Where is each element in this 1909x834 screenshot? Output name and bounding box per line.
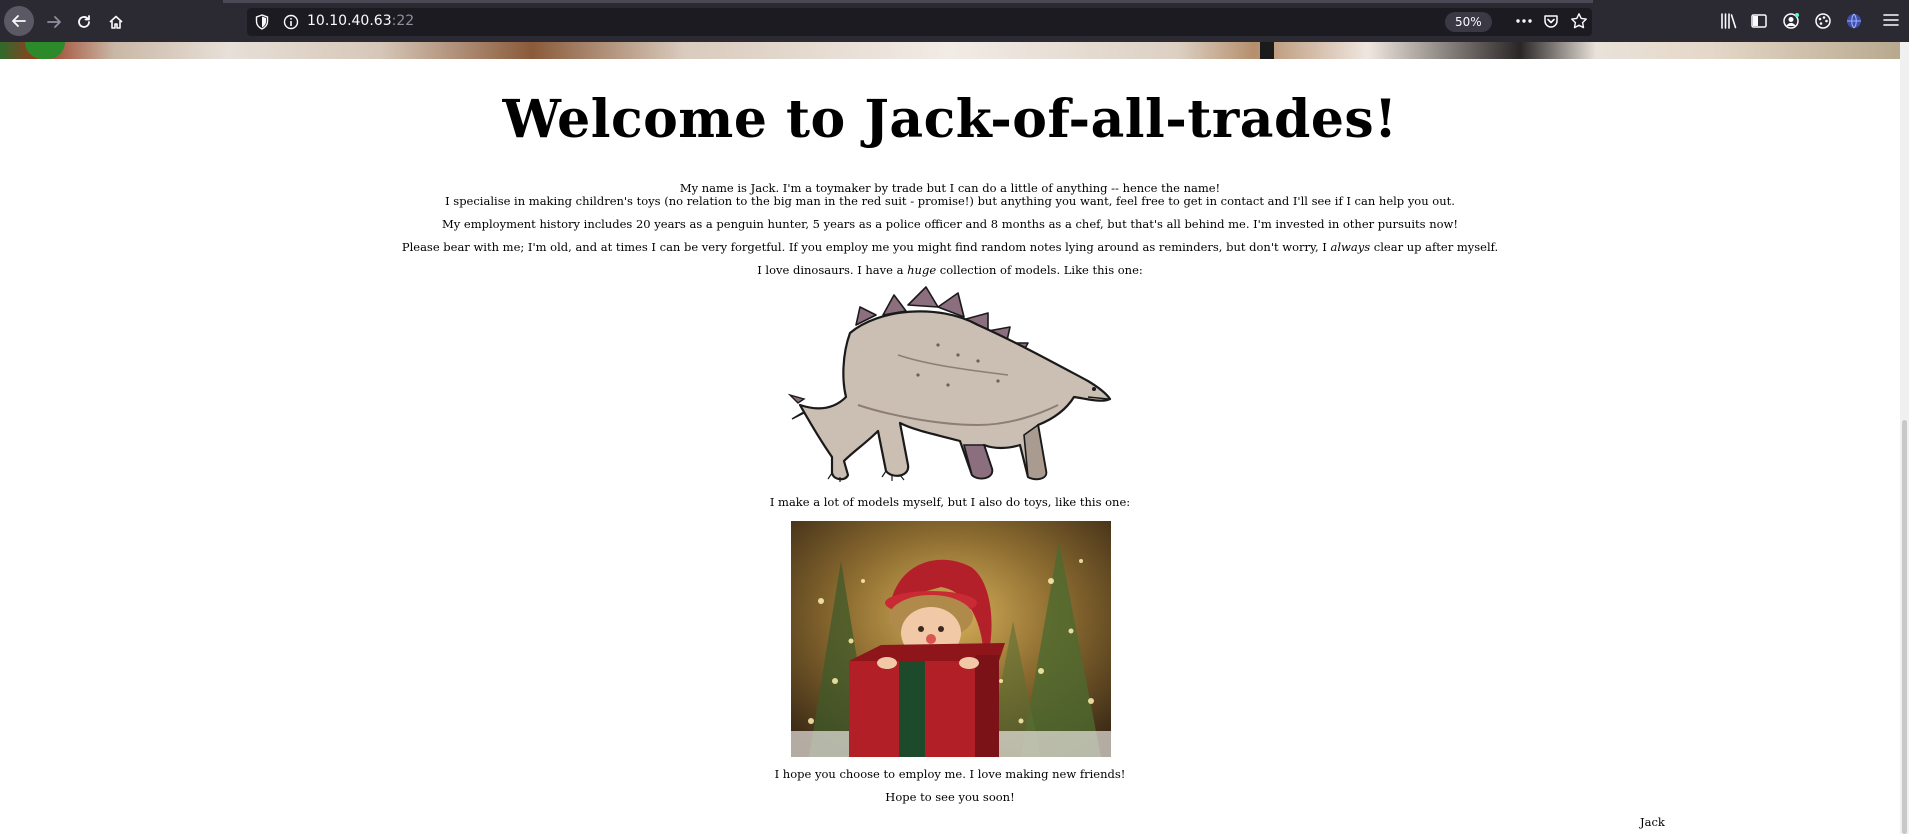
back-button[interactable] <box>4 6 34 36</box>
url-host: 10.10.40.63 <box>307 13 392 29</box>
intro-text-line-2: I specialise in making children's toys (… <box>445 194 1455 208</box>
forgetful-emphasis: always <box>1330 240 1371 254</box>
toys-text: I make a lot of models myself, but I als… <box>769 495 1131 509</box>
dinosaur-text-end: collection of models. Like this one: <box>936 263 1143 277</box>
dinosaur-text-start: I love dinosaurs. I have a <box>757 263 908 277</box>
library-icon[interactable] <box>1720 12 1738 34</box>
bookmark-star-icon[interactable] <box>1570 12 1588 34</box>
forgetful-text: Please bear with me; I'm old, and at tim… <box>0 241 1900 254</box>
globe-extension-icon[interactable] <box>1845 12 1863 34</box>
tracking-protection-shield-icon[interactable] <box>255 14 269 34</box>
arrow-right-icon <box>47 16 61 28</box>
dinosaur-emphasis: huge <box>907 263 937 277</box>
forgetful-text-start: Please bear with me; I'm old, and at tim… <box>401 240 1331 254</box>
site-info-icon[interactable] <box>283 14 299 34</box>
url-text[interactable]: 10.10.40.63:22 <box>307 13 414 29</box>
arrow-left-icon <box>12 15 26 27</box>
browser-toolbar: 10.10.40.63:22 50% <box>0 0 1909 42</box>
see-you-soon-text: Hope to see you soon! <box>885 790 1015 804</box>
dinosaur-text: I love dinosaurs. I have a huge collecti… <box>0 264 1900 277</box>
elf-in-gift-box-illustration <box>791 521 1111 757</box>
page-scrollbar-thumb[interactable] <box>1902 420 1907 834</box>
stegosaurus-image <box>788 286 1112 482</box>
header-banner-image <box>0 42 1900 59</box>
pocket-icon[interactable] <box>1543 13 1559 33</box>
employment-history-text: My employment history includes 20 years … <box>441 217 1459 231</box>
zoom-reset-button[interactable]: 50% <box>1445 12 1492 32</box>
tab-strip-edge <box>223 0 1593 3</box>
elf-toy-image <box>791 521 1111 757</box>
signature: Jack <box>1640 815 1665 829</box>
reload-button[interactable] <box>70 8 98 36</box>
page-actions-more-icon[interactable] <box>1515 13 1533 33</box>
banner-detail <box>1260 42 1274 59</box>
forgetful-text-end: clear up after myself. <box>1370 240 1499 254</box>
reload-icon <box>78 15 90 28</box>
banner-detail <box>25 42 65 59</box>
url-port: :22 <box>391 13 415 29</box>
account-icon[interactable] <box>1782 12 1800 34</box>
employ-me-text: I hope you choose to employ me. I love m… <box>774 767 1126 781</box>
hamburger-menu-icon[interactable] <box>1883 12 1899 32</box>
address-bar[interactable]: 10.10.40.63:22 50% <box>247 8 1592 36</box>
extension-icon[interactable] <box>1814 12 1832 34</box>
page-title: Welcome to Jack-of-all-trades! <box>502 89 1398 150</box>
forward-button[interactable] <box>40 8 68 36</box>
sidebar-toggle-icon[interactable] <box>1750 12 1768 34</box>
home-icon <box>109 15 123 29</box>
home-button[interactable] <box>102 8 130 36</box>
